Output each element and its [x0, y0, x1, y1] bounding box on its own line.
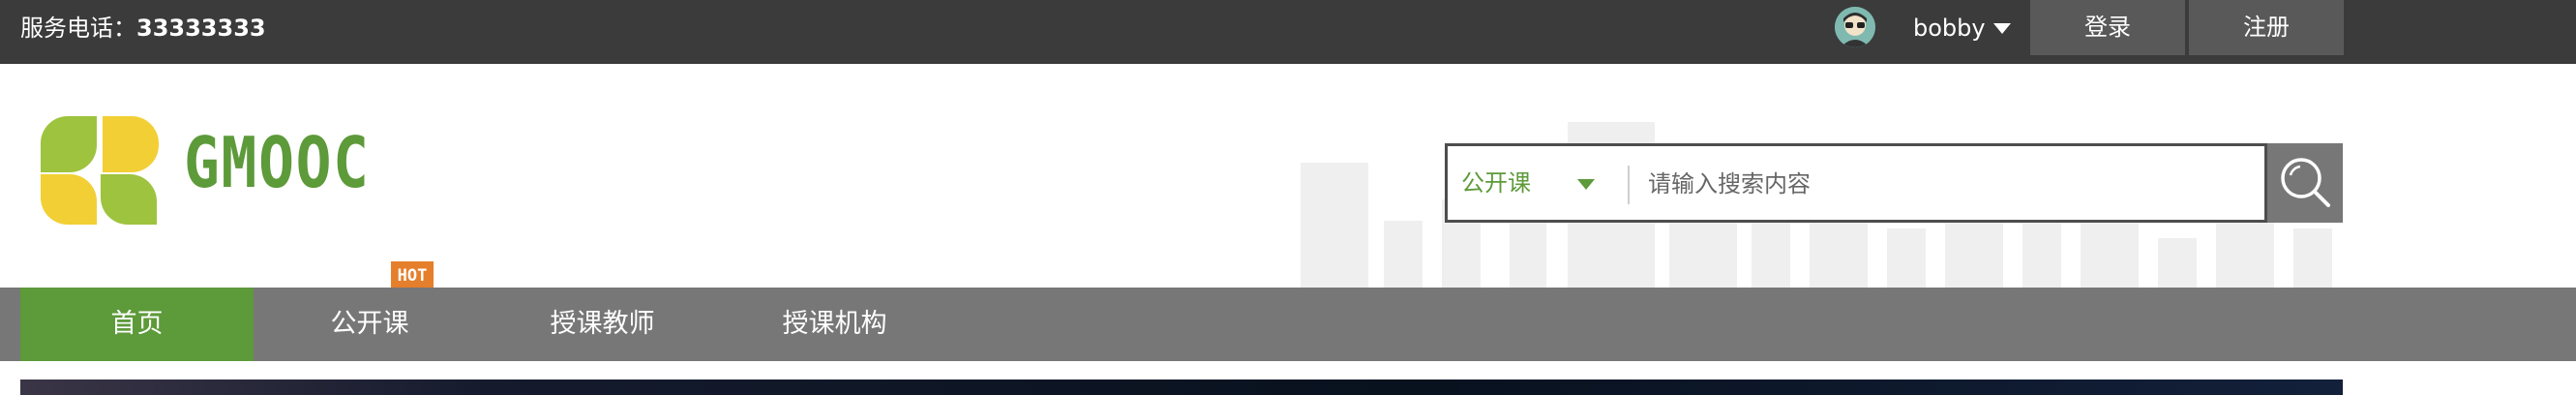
search-button[interactable]: [2267, 143, 2343, 223]
banner-image[interactable]: [20, 380, 2343, 395]
logo-text[interactable]: GMOOC: [184, 128, 371, 198]
register-button[interactable]: 注册: [2189, 0, 2344, 55]
search-divider: [1628, 166, 1630, 204]
username[interactable]: bobby: [1913, 0, 1986, 57]
logo-mark-icon: [41, 116, 159, 225]
top-bar: 服务电话：33333333 bobby 登录 注册: [0, 0, 2576, 64]
site-header: GMOOC 公开课: [0, 64, 2576, 288]
service-phone: 服务电话：33333333: [20, 0, 266, 57]
search-category-select[interactable]: 公开课: [1461, 146, 1531, 220]
main-nav: 首页 公开课 授课教师 授课机构: [0, 288, 2576, 361]
login-button[interactable]: 登录: [2030, 0, 2185, 55]
nav-item-courses[interactable]: 公开课: [292, 288, 447, 361]
service-phone-number: 33333333: [136, 15, 266, 42]
user-avatar-icon[interactable]: [1835, 7, 1875, 47]
chevron-down-icon[interactable]: [1577, 179, 1595, 190]
search-input[interactable]: [1646, 154, 2172, 214]
hot-badge: HOT: [391, 261, 434, 290]
nav-item-organizations[interactable]: 授课机构: [755, 288, 914, 361]
search-box: 公开课: [1445, 143, 2267, 223]
chevron-down-icon[interactable]: [1993, 23, 2011, 34]
search-icon: [2281, 158, 2330, 207]
service-phone-label: 服务电话：: [20, 15, 136, 42]
nav-item-home[interactable]: 首页: [20, 288, 254, 361]
nav-item-teachers[interactable]: 授课教师: [523, 288, 682, 361]
